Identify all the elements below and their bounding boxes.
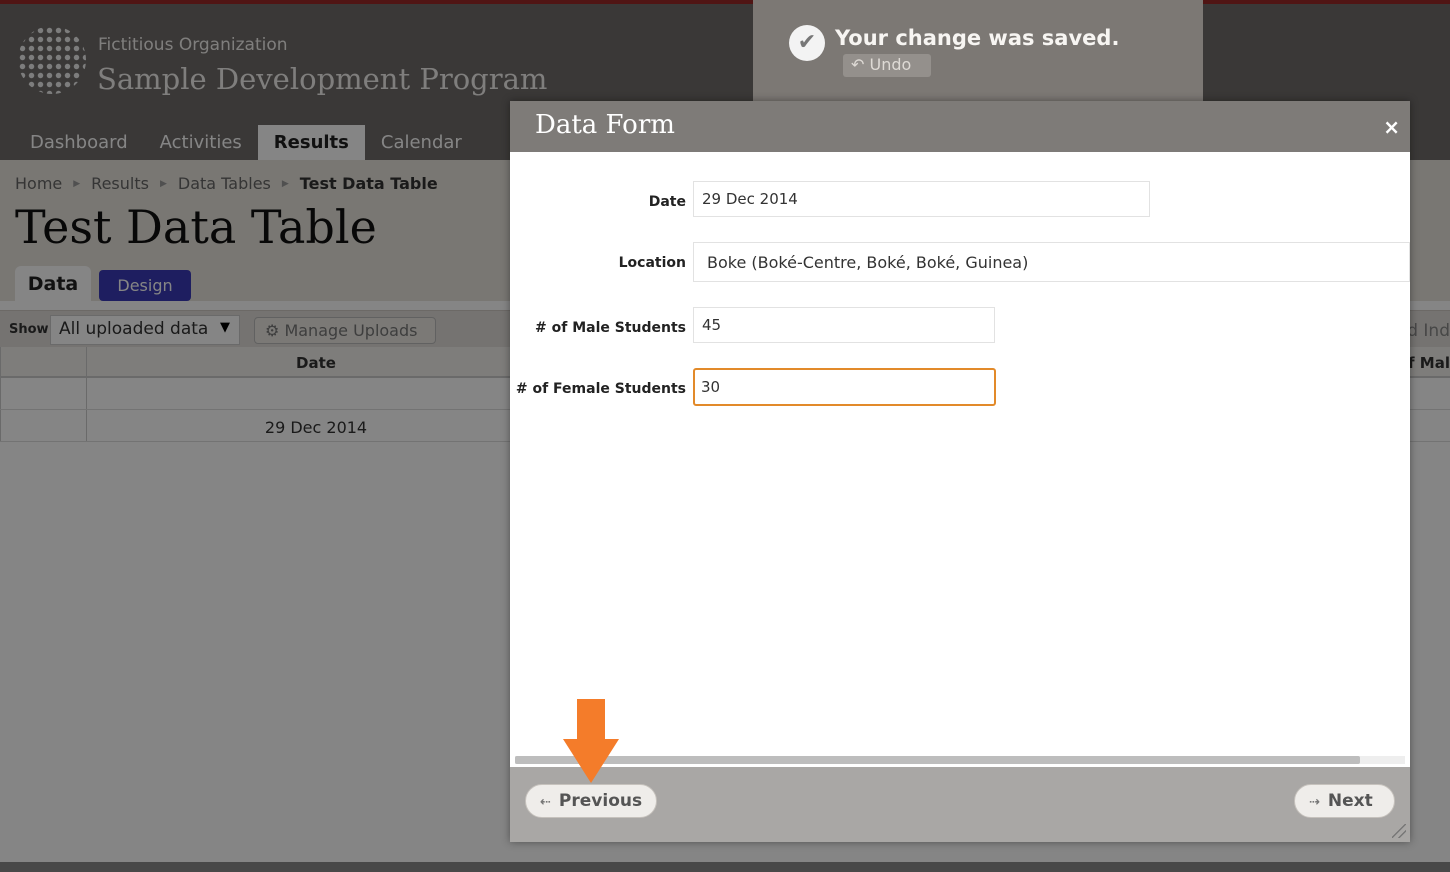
dialog-header[interactable]: Data Form × <box>510 101 1410 152</box>
save-message: Your change was saved. <box>835 26 1120 50</box>
close-icon[interactable]: × <box>1383 115 1400 139</box>
arrow-left-icon: ⇠ <box>540 795 551 810</box>
date-field-label: Date <box>648 194 686 210</box>
previous-label: Previous <box>558 791 643 811</box>
save-notification: ✔ Your change was saved. ↶ Undo <box>753 0 1203 111</box>
location-field[interactable] <box>693 242 1410 282</box>
hint-arrow-down-icon <box>563 699 619 783</box>
female-students-field[interactable] <box>693 368 996 406</box>
date-field[interactable] <box>693 181 1150 217</box>
data-form-dialog: Data Form × Date Location # of Male Stud… <box>510 101 1410 842</box>
female-students-label: # of Female Students <box>515 381 686 397</box>
next-button[interactable]: ⇢ Next <box>1294 784 1395 818</box>
dialog-footer: ⇠ Previous ⇢ Next <box>510 767 1410 842</box>
scrollbar-thumb[interactable] <box>515 756 1360 764</box>
previous-button[interactable]: ⇠ Previous <box>525 784 657 818</box>
arrow-right-icon: ⇢ <box>1309 795 1320 810</box>
location-field-label: Location <box>618 255 686 271</box>
male-students-label: # of Male Students <box>535 320 686 336</box>
undo-button[interactable]: ↶ Undo <box>843 54 931 77</box>
dialog-title: Data Form <box>535 110 675 140</box>
next-label: Next <box>1327 791 1373 811</box>
male-students-field[interactable] <box>693 307 995 343</box>
undo-label: Undo <box>869 55 912 74</box>
horizontal-scrollbar[interactable] <box>515 756 1405 764</box>
undo-icon: ↶ <box>851 55 865 74</box>
checkmark-icon: ✔ <box>789 25 825 61</box>
resize-handle-icon[interactable] <box>1392 824 1406 838</box>
